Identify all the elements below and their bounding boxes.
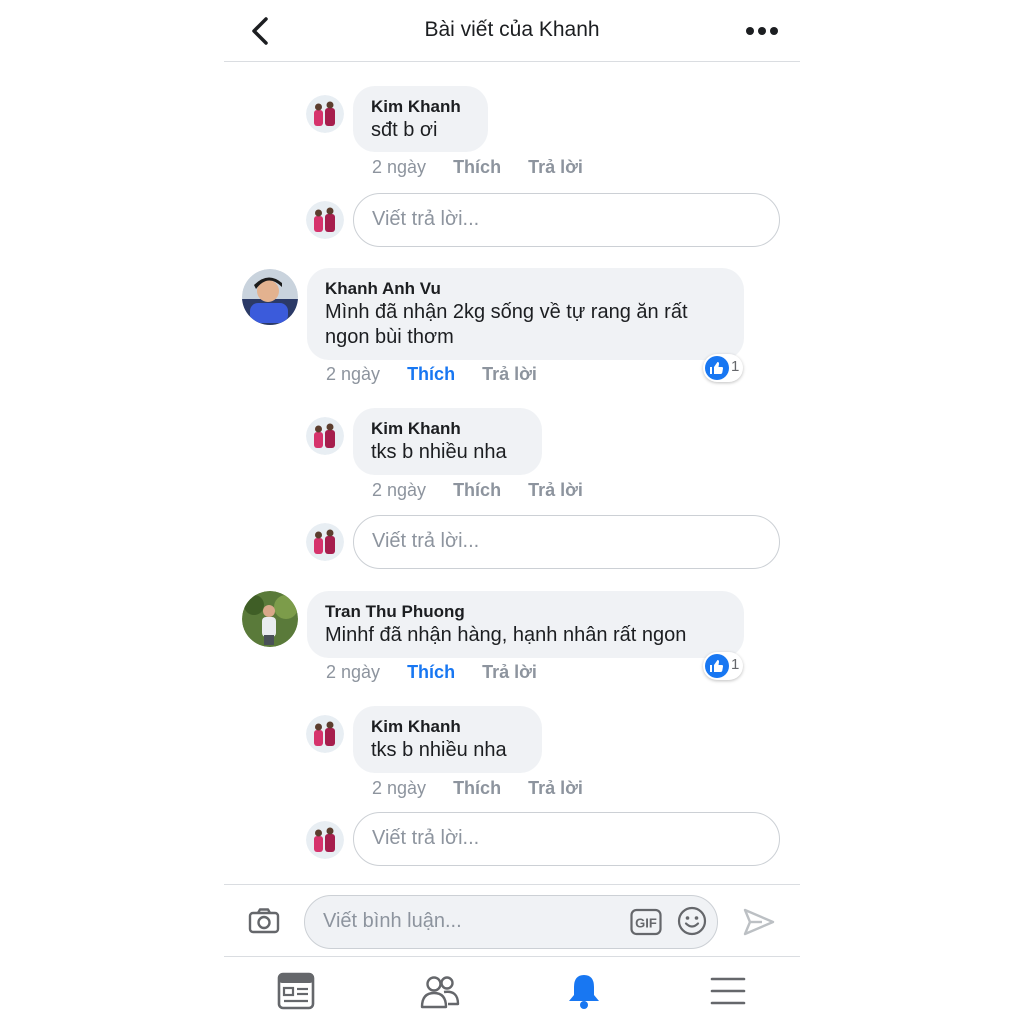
reaction-badge[interactable]: 1 xyxy=(703,652,743,680)
like-reaction-icon xyxy=(705,356,729,380)
reply-button[interactable]: Trả lời xyxy=(482,364,537,385)
comment-bubble[interactable]: Tran Thu Phuong Minhf đã nhận hàng, hạnh… xyxy=(307,591,744,658)
camera-button[interactable] xyxy=(248,907,280,935)
tab-friends[interactable] xyxy=(420,971,460,1011)
comment-actions: 2 ngày Thích Trả lời xyxy=(326,364,559,388)
avatar-tran-thu-phuong[interactable] xyxy=(242,591,298,647)
like-button[interactable]: Thích xyxy=(407,662,455,683)
like-reaction-icon xyxy=(705,654,729,678)
reaction-count: 1 xyxy=(731,358,740,375)
comment-text: sđt b ơi xyxy=(371,119,438,141)
like-button[interactable]: Thích xyxy=(453,157,501,178)
avatar-kim-khanh[interactable] xyxy=(306,95,344,133)
reply-input[interactable]: Viết trả lời... xyxy=(353,193,780,247)
like-button[interactable]: Thích xyxy=(453,480,501,501)
comment-time: 2 ngày xyxy=(372,778,427,798)
camera-icon xyxy=(248,908,280,934)
header-bar: Bài viết của Khanh xyxy=(224,0,800,62)
avatar-kim-khanh[interactable] xyxy=(306,715,344,753)
comment-time: 2 ngày xyxy=(326,364,381,384)
reaction-badge[interactable]: 1 xyxy=(703,354,743,382)
page-title: Bài viết của Khanh xyxy=(424,18,600,41)
comment-composer: Viết bình luận... GIF xyxy=(224,884,800,956)
comment-bubble[interactable]: Kim Khanh tks b nhiều nha xyxy=(353,706,542,773)
gif-label: GIF xyxy=(635,916,657,931)
more-dots-icon xyxy=(746,27,778,35)
comment-text-line: Mình đã nhận 2kg sống về tự rang ăn rất xyxy=(325,301,688,323)
comment-text: tks b nhiều nha xyxy=(371,441,507,463)
notifications-bell-icon xyxy=(569,975,599,1009)
reply-button[interactable]: Trả lời xyxy=(528,157,583,178)
gif-icon: GIF xyxy=(630,908,662,936)
comment-actions: 2 ngày Thích Trả lời xyxy=(326,662,559,686)
reply-button[interactable]: Trả lời xyxy=(528,480,583,501)
comment-text-line: ngon bùi thơm xyxy=(325,326,454,348)
comment-author[interactable]: Khanh Anh Vu xyxy=(325,278,726,300)
news-feed-icon xyxy=(277,972,315,1010)
tab-notifications[interactable] xyxy=(564,971,604,1011)
emoji-icon xyxy=(677,906,707,936)
comment-actions: 2 ngày Thích Trả lời xyxy=(372,480,605,504)
avatar-khanh-anh-vu[interactable] xyxy=(242,269,298,325)
comment-author[interactable]: Tran Thu Phuong xyxy=(325,601,726,623)
comment-time: 2 ngày xyxy=(372,480,427,500)
reply-input[interactable]: Viết trả lời... xyxy=(353,515,780,569)
comment-actions: 2 ngày Thích Trả lời xyxy=(372,157,605,181)
reply-button[interactable]: Trả lời xyxy=(482,662,537,683)
like-button[interactable]: Thích xyxy=(407,364,455,385)
reaction-count: 1 xyxy=(731,656,740,673)
tab-menu[interactable] xyxy=(708,971,748,1011)
menu-icon xyxy=(710,977,746,1005)
avatar-kim-khanh xyxy=(306,821,344,859)
gif-button[interactable]: GIF xyxy=(630,908,662,936)
comment-time: 2 ngày xyxy=(372,157,427,177)
avatar-kim-khanh xyxy=(306,523,344,561)
comment-thread: Kim Khanh sđt b ơi 2 ngày Thích Trả lời … xyxy=(224,62,800,884)
comment-author[interactable]: Kim Khanh xyxy=(371,418,524,440)
tab-news-feed[interactable] xyxy=(276,971,316,1011)
bottom-tab-bar xyxy=(224,956,800,1024)
avatar-kim-khanh[interactable] xyxy=(306,417,344,455)
comment-time: 2 ngày xyxy=(326,662,381,682)
reply-input[interactable]: Viết trả lời... xyxy=(353,812,780,866)
comment-bubble[interactable]: Kim Khanh sđt b ơi xyxy=(353,86,488,152)
comment-bubble[interactable]: Kim Khanh tks b nhiều nha xyxy=(353,408,542,475)
emoji-button[interactable] xyxy=(677,906,707,936)
comment-actions: 2 ngày Thích Trả lời xyxy=(372,778,605,802)
comment-text: Minhf đã nhận hàng, hạnh nhân rất ngon xyxy=(325,624,687,646)
post-comments-screen: Bài viết của Khanh Kim Khanh sđt b ơi 2 … xyxy=(224,0,800,1024)
more-options-button[interactable] xyxy=(744,16,780,46)
friends-icon xyxy=(420,976,460,1009)
comment-author[interactable]: Kim Khanh xyxy=(371,96,470,118)
comment-bubble[interactable]: Khanh Anh Vu Mình đã nhận 2kg sống về tự… xyxy=(307,268,744,360)
send-button[interactable] xyxy=(742,907,776,937)
reply-button[interactable]: Trả lời xyxy=(528,778,583,799)
comment-input-placeholder: Viết bình luận... xyxy=(323,910,462,932)
avatar-kim-khanh xyxy=(306,201,344,239)
comment-text: tks b nhiều nha xyxy=(371,739,507,761)
comment-input[interactable]: Viết bình luận... GIF xyxy=(304,895,718,949)
like-button[interactable]: Thích xyxy=(453,778,501,799)
comment-author[interactable]: Kim Khanh xyxy=(371,716,524,738)
send-icon xyxy=(743,908,775,936)
